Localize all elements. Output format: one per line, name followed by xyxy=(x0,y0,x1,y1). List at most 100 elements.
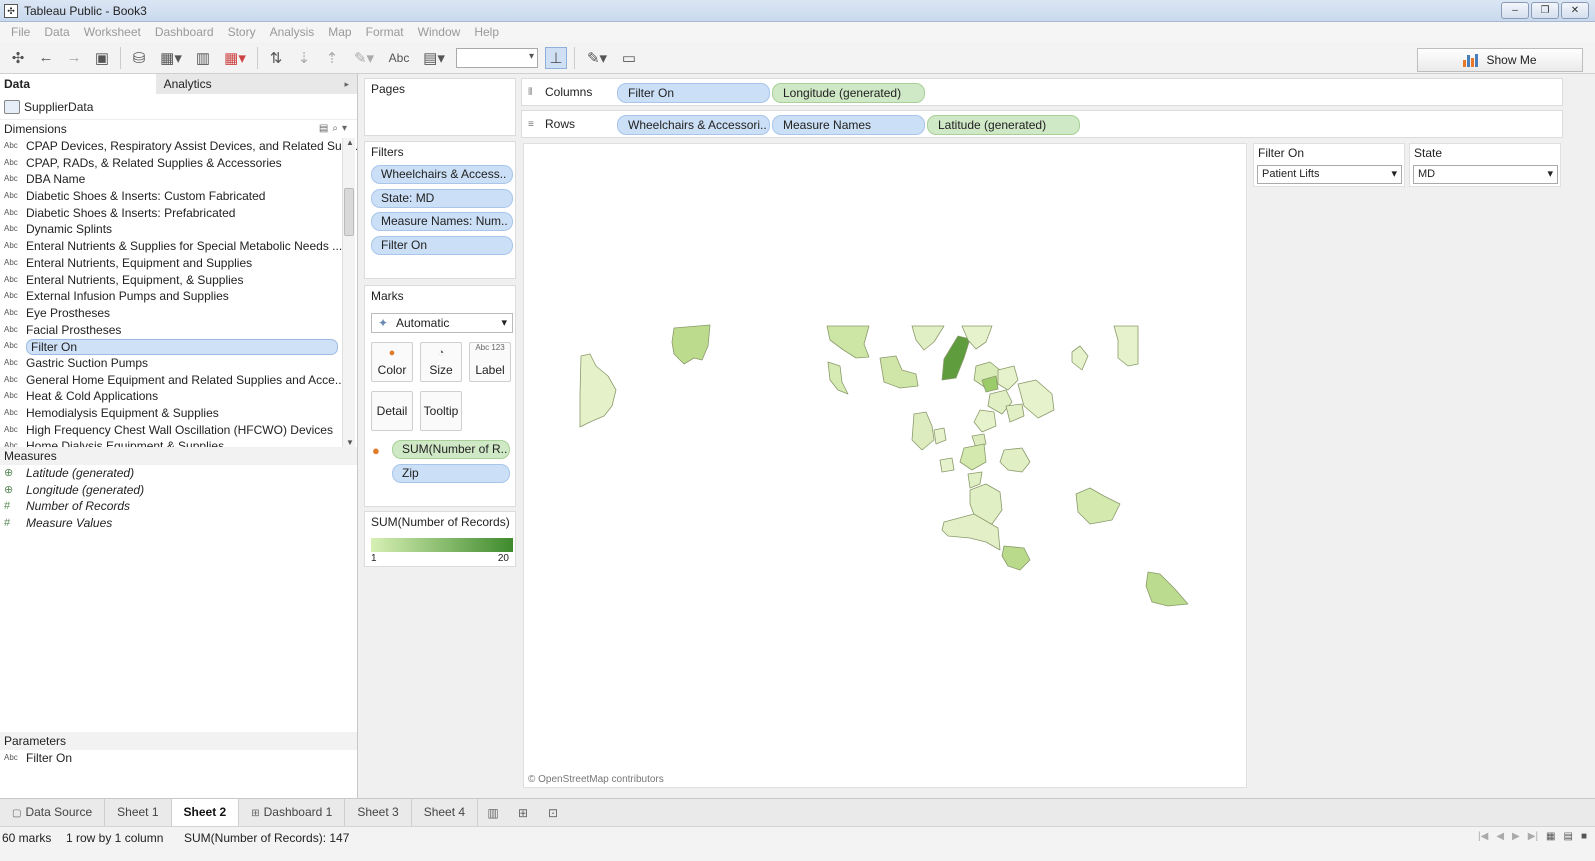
tab-data[interactable]: Data xyxy=(0,74,156,94)
columns-pill[interactable]: Filter On xyxy=(617,83,770,103)
list-item[interactable]: Abc Enteral Nutrients & Supplies for Spec… xyxy=(0,238,357,255)
fit-icon[interactable]: ▤▾ xyxy=(419,47,449,69)
annotate-icon[interactable]: ✎▾ xyxy=(582,47,612,69)
scroll-up-icon[interactable]: ▲ xyxy=(346,138,354,147)
list-item[interactable]: Abc Enteral Nutrients, Equipment, & Suppl… xyxy=(0,272,357,289)
filter-pill[interactable]: Filter On xyxy=(371,236,513,255)
menu-file[interactable]: File xyxy=(4,25,37,39)
columns-shelf[interactable]: ⦀ Columns Filter On Longitude (generated… xyxy=(521,78,1563,106)
list-item[interactable]: Abc High Frequency Chest Wall Oscillation… xyxy=(0,422,357,439)
rows-pill[interactable]: Wheelchairs & Accessori.. xyxy=(617,115,770,135)
new-worksheet-tab-icon[interactable]: ▥ xyxy=(478,806,508,820)
filmstrip-view-icon[interactable]: ▦ xyxy=(1546,831,1555,842)
sort-ascending-icon[interactable]: ⇣ xyxy=(293,47,315,69)
menu-help[interactable]: Help xyxy=(467,25,506,39)
tab-data-source[interactable]: ▢ Data Source xyxy=(0,799,106,826)
clear-sheet-icon[interactable]: ▦▾ xyxy=(220,47,250,69)
fit-combo[interactable] xyxy=(456,47,538,68)
list-item[interactable]: Abc Gastric Suction Pumps xyxy=(0,355,357,372)
rows-shelf[interactable]: ≡ Rows Wheelchairs & Accessori.. Measure… xyxy=(521,110,1563,138)
list-item[interactable]: Abc CPAP, RADs, & Related Supplies & Acce… xyxy=(0,155,357,172)
size-button[interactable]: ◔ Size xyxy=(420,342,462,382)
prev-sheet-icon[interactable]: ◀ xyxy=(1496,831,1504,842)
list-item[interactable]: Abc CPAP Devices, Respiratory Assist Devi… xyxy=(0,138,357,155)
first-sheet-icon[interactable]: |◀ xyxy=(1478,831,1488,842)
new-data-source-icon[interactable]: ⛁ xyxy=(128,47,150,69)
presentation-mode-icon[interactable]: ▭ xyxy=(618,47,640,69)
save-icon[interactable]: ▣ xyxy=(91,47,113,69)
list-item[interactable]: Abc Facial Prostheses xyxy=(0,322,357,339)
list-item[interactable]: Abc Diabetic Shoes & Inserts: Custom Fabr… xyxy=(0,188,357,205)
undo-icon[interactable]: ← xyxy=(35,47,57,69)
menu-story[interactable]: Story xyxy=(221,25,263,39)
new-worksheet-icon[interactable]: ▦▾ xyxy=(156,47,186,69)
list-item[interactable]: Abc Home Dialysis Equipment & Supplies xyxy=(0,438,357,447)
list-item[interactable]: ⊕ Latitude (generated) xyxy=(0,465,357,482)
list-item[interactable]: Abc Eye Prostheses xyxy=(0,305,357,322)
restore-button[interactable]: ❐ xyxy=(1531,2,1559,19)
tableau-logo-icon[interactable]: ✣ xyxy=(7,47,29,69)
duplicate-sheet-icon[interactable]: ▥ xyxy=(192,47,214,69)
list-item[interactable]: Abc Heat & Cold Applications xyxy=(0,388,357,405)
menu-format[interactable]: Format xyxy=(359,25,411,39)
mark-type-dropdown[interactable]: Automatic xyxy=(371,313,513,333)
sorter-view-icon[interactable]: ▤ xyxy=(1564,831,1573,842)
menu-dashboard[interactable]: Dashboard xyxy=(148,25,221,39)
marks-field-pill[interactable]: Zip xyxy=(392,464,510,483)
menu-analysis[interactable]: Analysis xyxy=(263,25,322,39)
color-button[interactable]: ● Color xyxy=(371,342,413,382)
pin-axes-icon[interactable]: ⊥ xyxy=(545,46,567,69)
list-item[interactable]: Abc Hemodialysis Equipment & Supplies xyxy=(0,405,357,422)
filter-pill[interactable]: Measure Names: Num.. xyxy=(371,212,513,231)
swap-rows-columns-icon[interactable]: ⇅ xyxy=(265,47,287,69)
last-sheet-icon[interactable]: ▶| xyxy=(1528,831,1538,842)
tab-analytics[interactable]: Analytics xyxy=(155,74,357,94)
menu-map[interactable]: Map xyxy=(321,25,358,39)
list-item-selected[interactable]: Abc Filter On xyxy=(0,338,357,355)
list-item[interactable]: # Number of Records xyxy=(0,498,357,515)
quick-filter-dropdown[interactable]: Patient Lifts xyxy=(1257,165,1402,184)
label-button[interactable]: Abc 123 Label xyxy=(469,342,511,382)
map-view[interactable]: © OpenStreetMap contributors xyxy=(523,143,1247,788)
list-item[interactable]: Abc General Home Equipment and Related Su… xyxy=(0,372,357,389)
tab-sheet-3[interactable]: Sheet 3 xyxy=(345,799,412,826)
dimensions-view-search-menu-icons[interactable]: ▤⌕▾ xyxy=(319,120,351,138)
rows-pill[interactable]: Latitude (generated) xyxy=(927,115,1080,135)
list-item[interactable]: Abc Diabetic Shoes & Inserts: Prefabricat… xyxy=(0,205,357,222)
highlight-icon[interactable]: ✎▾ xyxy=(349,47,379,69)
tooltip-button[interactable]: Tooltip xyxy=(420,391,462,431)
quick-filter-dropdown[interactable]: MD xyxy=(1413,165,1558,184)
sort-descending-icon[interactable]: ⇡ xyxy=(321,47,343,69)
list-item[interactable]: ⊕ Longitude (generated) xyxy=(0,482,357,499)
tab-sheet-2[interactable]: Sheet 2 xyxy=(171,799,240,826)
list-item[interactable]: Abc Filter On xyxy=(0,750,357,767)
data-source-item[interactable]: SupplierData xyxy=(0,94,357,120)
menu-data[interactable]: Data xyxy=(37,25,76,39)
list-item[interactable]: Abc Enteral Nutrients, Equipment and Supp… xyxy=(0,255,357,272)
zip-code-map[interactable] xyxy=(524,144,1246,787)
tab-dashboard-1[interactable]: ⊞ Dashboard 1 xyxy=(239,799,346,826)
show-me-button[interactable]: Show Me xyxy=(1417,48,1583,72)
scroll-down-icon[interactable]: ▼ xyxy=(346,438,354,447)
new-dashboard-tab-icon[interactable]: ⊞ xyxy=(508,806,538,820)
list-item[interactable]: Abc Dynamic Splints xyxy=(0,221,357,238)
scrollbar-thumb[interactable] xyxy=(344,188,354,236)
show-mark-labels-icon[interactable]: Abc xyxy=(385,47,413,69)
rows-pill[interactable]: Measure Names xyxy=(772,115,925,135)
filter-pill[interactable]: State: MD xyxy=(371,189,513,208)
new-story-tab-icon[interactable]: ⊡ xyxy=(538,806,568,820)
next-sheet-icon[interactable]: ▶ xyxy=(1512,831,1520,842)
minimize-button[interactable]: – xyxy=(1501,2,1529,19)
dimensions-scrollbar[interactable]: ▲ ▼ xyxy=(342,138,355,447)
tab-sheet-1[interactable]: Sheet 1 xyxy=(105,799,172,826)
list-item[interactable]: # Measure Values xyxy=(0,515,357,532)
filter-pill[interactable]: Wheelchairs & Access.. xyxy=(371,165,513,184)
list-item[interactable]: Abc External Infusion Pumps and Supplies xyxy=(0,288,357,305)
tabs-view-icon[interactable]: ■ xyxy=(1581,831,1587,842)
close-window-button[interactable]: ✕ xyxy=(1561,2,1589,19)
menu-window[interactable]: Window xyxy=(411,25,468,39)
columns-pill[interactable]: Longitude (generated) xyxy=(772,83,925,103)
redo-icon[interactable]: → xyxy=(63,47,85,69)
marks-field-pill[interactable]: SUM(Number of R.. xyxy=(392,440,510,459)
tab-sheet-4[interactable]: Sheet 4 xyxy=(412,799,479,826)
